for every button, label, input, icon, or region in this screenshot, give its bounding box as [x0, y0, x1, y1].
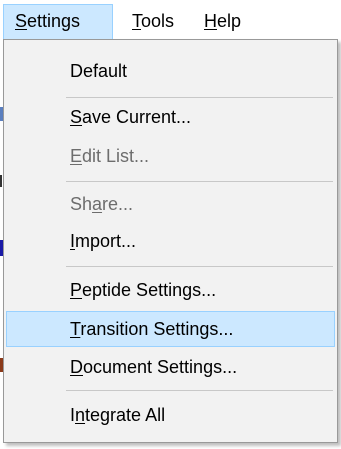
menu-item-integrate-all[interactable]: Integrate All	[6, 397, 335, 433]
menu-item-default[interactable]: Default	[6, 53, 335, 89]
menu-help[interactable]: Help	[197, 4, 257, 39]
menu-tools[interactable]: Tools	[124, 4, 194, 39]
menu-help-label: Help	[204, 11, 242, 31]
underlying-window-edge-black	[0, 175, 2, 187]
menu-item-share: Share...	[70, 194, 134, 214]
menu-settings-label: Settings	[15, 11, 81, 31]
menu-separator	[66, 390, 333, 391]
menu-item-edit-list: Edit List...	[70, 146, 150, 166]
menu-item-document-settings[interactable]: Document Settings...	[6, 349, 335, 385]
menu-settings[interactable]: Settings	[3, 4, 113, 39]
menu-tools-label: Tools	[132, 11, 175, 31]
menu-bar: Settings Tools Help	[0, 0, 341, 41]
menu-item-import[interactable]: Import...	[6, 223, 335, 259]
menu-item-transition-settings[interactable]: Transition Settings...	[6, 311, 335, 347]
menu-separator	[66, 266, 333, 267]
menu-item-save-current[interactable]: Save Current...	[6, 99, 335, 135]
settings-dropdown-menu: Default Save Current... Edit List... Sha…	[3, 39, 338, 443]
menu-separator	[66, 97, 333, 98]
menu-item-peptide-settings[interactable]: Peptide Settings...	[6, 272, 335, 308]
menu-separator	[66, 181, 333, 182]
